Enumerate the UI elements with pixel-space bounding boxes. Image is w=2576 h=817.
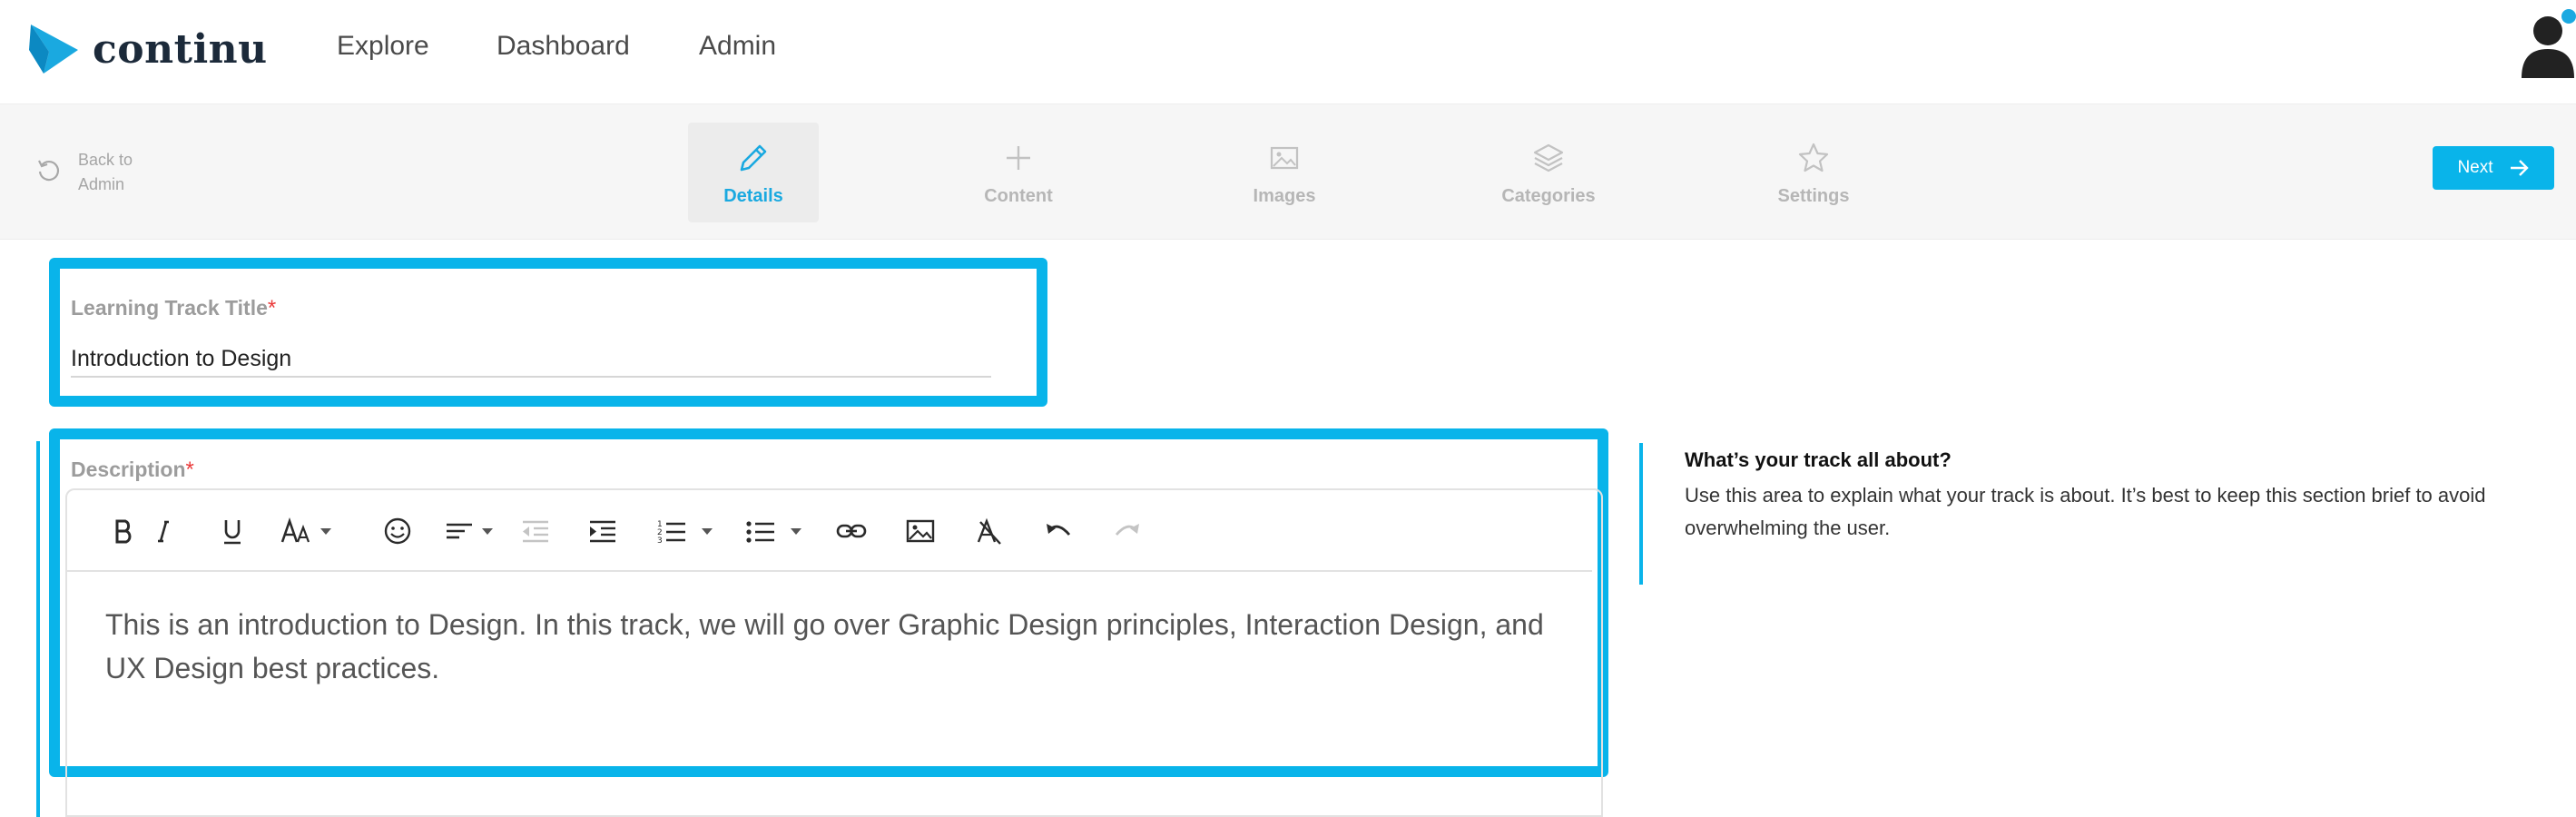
help-title: What’s your track all about? — [1685, 448, 1952, 471]
italic-icon[interactable] — [147, 514, 180, 548]
step-label: Details — [723, 186, 783, 206]
step-content[interactable]: Content — [953, 123, 1084, 222]
help-body: Use this area to explain what your track… — [1685, 484, 2486, 539]
align-icon[interactable] — [443, 514, 494, 548]
chevron-down-icon — [320, 528, 331, 535]
step-settings[interactable]: Settings — [1748, 123, 1879, 222]
next-button-label: Next — [2457, 158, 2493, 177]
notification-dot — [2561, 9, 2576, 24]
section-accent-bar — [36, 441, 40, 817]
back-to-admin-button[interactable]: Back to Admin — [36, 148, 160, 197]
step-categories[interactable]: Categories — [1483, 123, 1614, 222]
bullet-list-icon[interactable] — [744, 514, 802, 548]
step-label: Images — [1253, 186, 1316, 206]
step-details[interactable]: Details — [688, 123, 819, 222]
top-navigation: continu Explore Dashboard Admin — [0, 0, 2576, 103]
continu-logo-mark-icon — [29, 25, 78, 74]
nav-dashboard[interactable]: Dashboard — [497, 31, 630, 62]
back-to-admin-label: Back to Admin — [78, 151, 133, 193]
star-icon — [1798, 143, 1829, 172]
step-label: Content — [984, 186, 1053, 206]
image-icon — [1270, 146, 1299, 170]
redo-icon[interactable] — [1111, 514, 1144, 548]
insert-image-icon[interactable] — [904, 514, 937, 548]
field-label-text: Learning Track Title — [71, 296, 268, 320]
required-asterisk: * — [267, 296, 277, 320]
editor-toolbar: 123 — [67, 490, 1592, 572]
ordered-list-icon[interactable]: 123 — [655, 514, 713, 548]
required-asterisk: * — [185, 458, 194, 482]
description-editor-content[interactable]: This is an introduction to Design. In th… — [105, 603, 1558, 690]
chevron-down-icon — [791, 528, 801, 535]
nav-explore[interactable]: Explore — [337, 31, 429, 62]
clear-format-icon[interactable] — [973, 514, 1006, 548]
step-label: Settings — [1777, 186, 1850, 206]
undo-icon[interactable] — [1042, 514, 1075, 548]
outdent-icon[interactable] — [519, 514, 552, 548]
plus-icon — [1007, 146, 1030, 170]
chevron-down-icon — [482, 528, 493, 535]
continu-logo[interactable]: continu — [29, 22, 268, 76]
help-accent-bar — [1639, 443, 1643, 585]
underline-icon[interactable] — [216, 514, 249, 548]
undo-circle-icon — [38, 160, 60, 182]
indent-icon[interactable] — [586, 514, 619, 548]
chevron-down-icon — [702, 528, 713, 535]
nav-admin[interactable]: Admin — [699, 31, 776, 62]
layers-icon — [1533, 143, 1564, 172]
font-size-icon[interactable] — [278, 514, 332, 548]
builder-toolbar: Back to Admin Details Content Images Cat… — [0, 103, 2576, 240]
learning-track-title-input[interactable] — [71, 341, 991, 378]
brand-name: continu — [93, 25, 268, 73]
svg-text:3: 3 — [657, 536, 663, 546]
arrow-right-icon — [2510, 160, 2529, 176]
link-icon[interactable] — [835, 514, 868, 548]
next-button[interactable]: Next — [2433, 146, 2554, 190]
learning-track-title-section: Learning Track Title* — [49, 258, 1047, 407]
pencil-icon — [740, 144, 767, 172]
description-label: Description* — [71, 458, 194, 483]
field-label-text: Description — [71, 458, 186, 481]
bold-icon[interactable] — [107, 514, 140, 548]
emoji-icon[interactable] — [381, 514, 414, 548]
step-label: Categories — [1501, 186, 1596, 206]
learning-track-title-label: Learning Track Title* — [71, 296, 276, 321]
step-images[interactable]: Images — [1219, 123, 1350, 222]
